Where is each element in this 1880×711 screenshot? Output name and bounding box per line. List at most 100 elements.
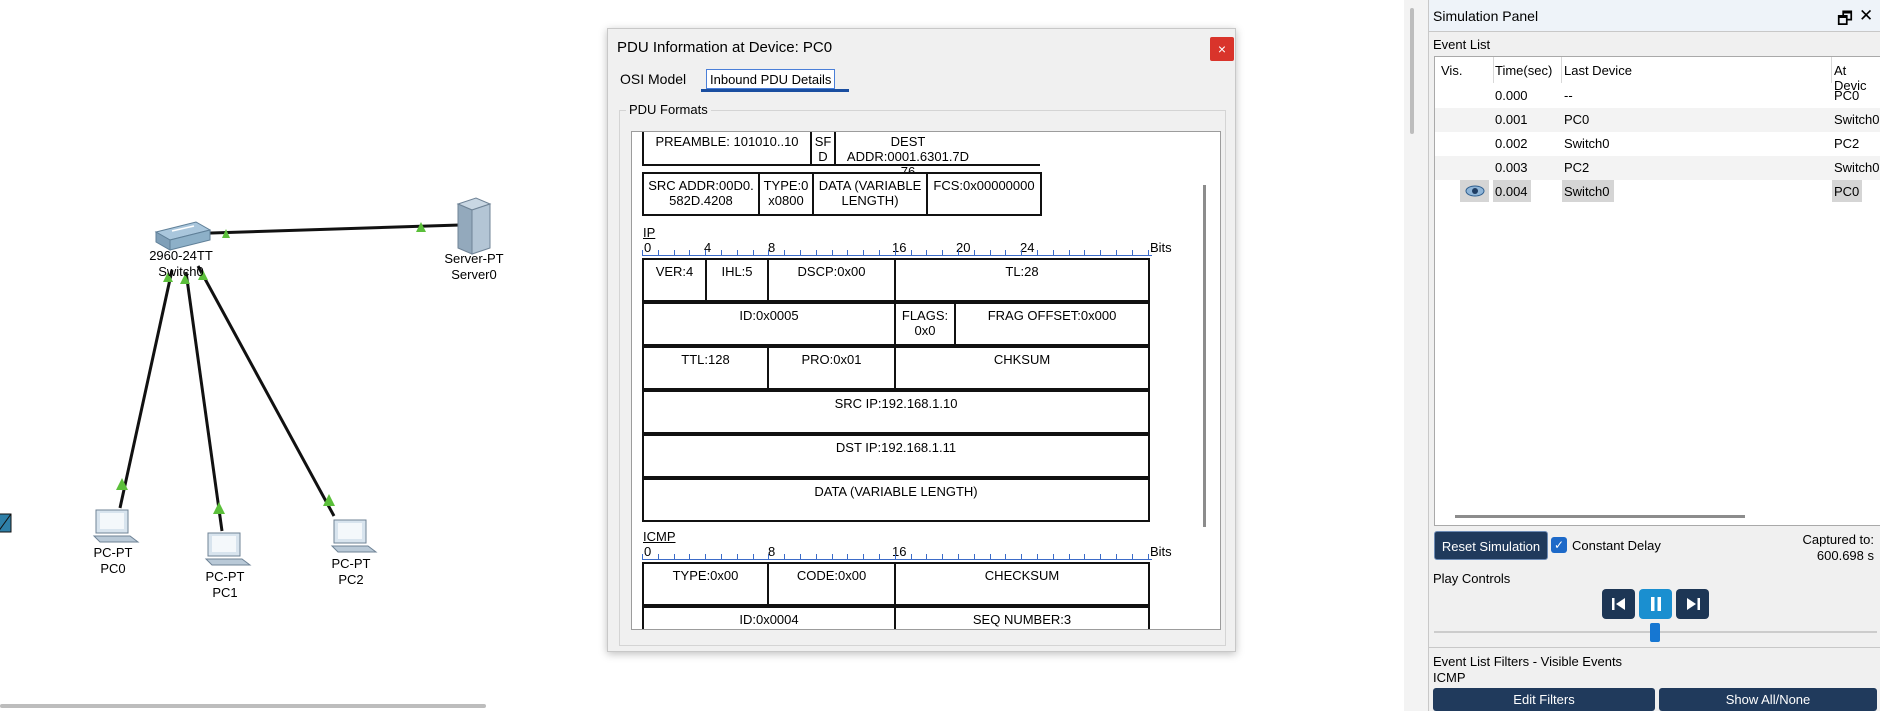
close-icon[interactable]: × <box>1210 37 1234 61</box>
pc-model-label: PC-PT <box>205 569 245 584</box>
eye-icon[interactable] <box>1460 180 1489 202</box>
link-switch-pc1[interactable] <box>184 271 224 532</box>
icmp-seq-field: SEQ NUMBER:3 <box>894 606 1150 629</box>
play-controls-label: Play Controls <box>1433 571 1511 586</box>
pdu-formats-viewport[interactable]: PREAMBLE: 101010..10 SF D DEST ADDR:0001… <box>631 131 1221 630</box>
event-at-device: PC0 <box>1834 88 1860 103</box>
ruler-tick <box>1052 250 1054 256</box>
ruler-tick <box>926 250 928 256</box>
simulation-panel-titlebar: Simulation Panel 🗗 ✕ <box>1429 0 1880 32</box>
event-time: 0.001 <box>1495 112 1528 127</box>
event-list-horizontal-scrollbar[interactable] <box>1455 515 1745 518</box>
ruler-tick <box>1037 554 1038 560</box>
workspace-horizontal-scrollbar[interactable] <box>0 704 486 708</box>
ruler-tick <box>736 554 738 560</box>
event-list-label: Event List <box>1433 37 1491 52</box>
ruler-tick <box>831 554 833 560</box>
pc-icon[interactable] <box>330 519 378 553</box>
event-list-filters-label: Event List Filters - Visible Events <box>1433 654 1623 669</box>
ruler-tick <box>657 554 659 560</box>
link-switch-pc0[interactable] <box>118 269 174 509</box>
table-row[interactable]: 0.003 PC2 Switch0 <box>1435 156 1880 180</box>
pdu-formats-scrollbar[interactable] <box>1203 185 1206 527</box>
edit-filters-button[interactable]: Edit Filters <box>1433 688 1655 711</box>
ruler-tick <box>1052 554 1054 560</box>
column-header-vis[interactable]: Vis. <box>1441 63 1462 78</box>
captured-to-text: Captured to: <box>1802 532 1874 547</box>
ruler-tick <box>973 250 975 256</box>
ruler-tick <box>1068 554 1070 560</box>
column-header-time[interactable]: Time(sec) <box>1495 63 1552 78</box>
ruler-tick <box>784 554 786 560</box>
captured-to-label: Captured to: 600.698 s <box>1802 532 1874 564</box>
pc-icon[interactable] <box>92 509 140 543</box>
table-row-selected[interactable]: 0.004 Switch0 PC0 <box>1435 180 1880 204</box>
ruler-tick <box>958 554 959 560</box>
ruler-tick <box>1021 250 1023 256</box>
ruler-tick <box>1131 250 1133 256</box>
ip-ver-field: VER:4 <box>642 258 707 302</box>
ruler-tick <box>973 554 975 560</box>
ip-protocol-field: PRO:0x01 <box>767 346 896 390</box>
switch-model-label: 2960-24TT <box>149 248 213 263</box>
play-speed-slider-thumb[interactable] <box>1650 623 1660 642</box>
pc1-label: PC-PT PC1 <box>206 569 245 601</box>
switch-name-label: Switch0 <box>158 264 204 279</box>
table-row[interactable]: 0.000 -- PC0 <box>1435 84 1880 108</box>
ruler-tick <box>1116 250 1117 256</box>
ruler-tick <box>958 250 959 256</box>
ip-dscp-field: DSCP:0x00 <box>767 258 896 302</box>
event-time: 0.003 <box>1495 160 1528 175</box>
ip-src-ip-field: SRC IP:192.168.1.10 <box>642 390 1150 434</box>
close-icon[interactable]: ✕ <box>1859 6 1873 26</box>
switch-icon[interactable] <box>154 221 212 251</box>
link-up-indicator <box>213 502 225 514</box>
pc-model-label: PC-PT <box>331 556 371 571</box>
pause-button[interactable] <box>1639 589 1672 619</box>
ruler-tick <box>1005 554 1007 560</box>
pdu-envelope-icon[interactable] <box>0 513 12 533</box>
event-at-device: Switch0 <box>1834 112 1880 127</box>
tab-inbound-pdu-details[interactable]: Inbound PDU Details <box>706 69 836 89</box>
step-forward-icon <box>1686 598 1700 610</box>
event-at-device: PC0 <box>1832 180 1862 202</box>
restore-icon[interactable]: 🗗 <box>1837 6 1853 35</box>
icmp-checksum-field: CHECKSUM <box>894 562 1150 606</box>
step-forward-button[interactable] <box>1676 589 1709 619</box>
ruler-tick <box>926 554 928 560</box>
pc-icon[interactable] <box>204 532 252 566</box>
table-row[interactable]: 0.002 Switch0 PC2 <box>1435 132 1880 156</box>
ruler-tick <box>642 554 643 560</box>
table-row[interactable]: 0.001 PC0 Switch0 <box>1435 108 1880 132</box>
ip-ttl-field: TTL:128 <box>642 346 769 390</box>
ruler-tick <box>863 250 865 256</box>
link-switch-pc2[interactable] <box>196 265 336 517</box>
server-label: Server-PT Server0 <box>444 251 503 283</box>
workspace-vertical-scrollbar[interactable] <box>1410 8 1414 134</box>
ruler-tick <box>1021 554 1023 560</box>
event-last-device: PC0 <box>1564 112 1590 127</box>
ruler-tick <box>989 250 991 256</box>
ip-data-field: DATA (VARIABLE LENGTH) <box>642 478 1150 522</box>
ruler-tick <box>1100 250 1102 256</box>
event-time: 0.000 <box>1495 88 1528 103</box>
ethernet-fcs-field: FCS:0x00000000 <box>926 172 1042 216</box>
tab-osi-model[interactable]: OSI Model <box>616 69 690 89</box>
pdu-formats-label: PDU Formats <box>626 102 711 117</box>
event-last-device: -- <box>1564 88 1573 103</box>
ruler-tick <box>673 554 675 560</box>
constant-delay-checkbox[interactable]: ✓ <box>1551 537 1567 553</box>
ruler-tick <box>989 554 991 560</box>
captured-to-value: 600.698 s <box>1816 548 1874 563</box>
server-icon[interactable] <box>456 197 492 255</box>
ruler-tick <box>910 250 912 256</box>
show-all-none-button[interactable]: Show All/None <box>1659 688 1877 711</box>
reset-simulation-button[interactable]: Reset Simulation <box>1434 531 1548 560</box>
step-back-button[interactable] <box>1602 589 1635 619</box>
ip-frag-offset-field: FRAG OFFSET:0x000 <box>954 302 1150 346</box>
simulation-panel-title: Simulation Panel <box>1433 8 1539 24</box>
server-name-label: Server0 <box>451 267 497 282</box>
pc0-label: PC-PT PC0 <box>94 545 133 577</box>
column-header-last-device[interactable]: Last Device <box>1564 63 1632 78</box>
ruler-tick <box>752 250 754 256</box>
